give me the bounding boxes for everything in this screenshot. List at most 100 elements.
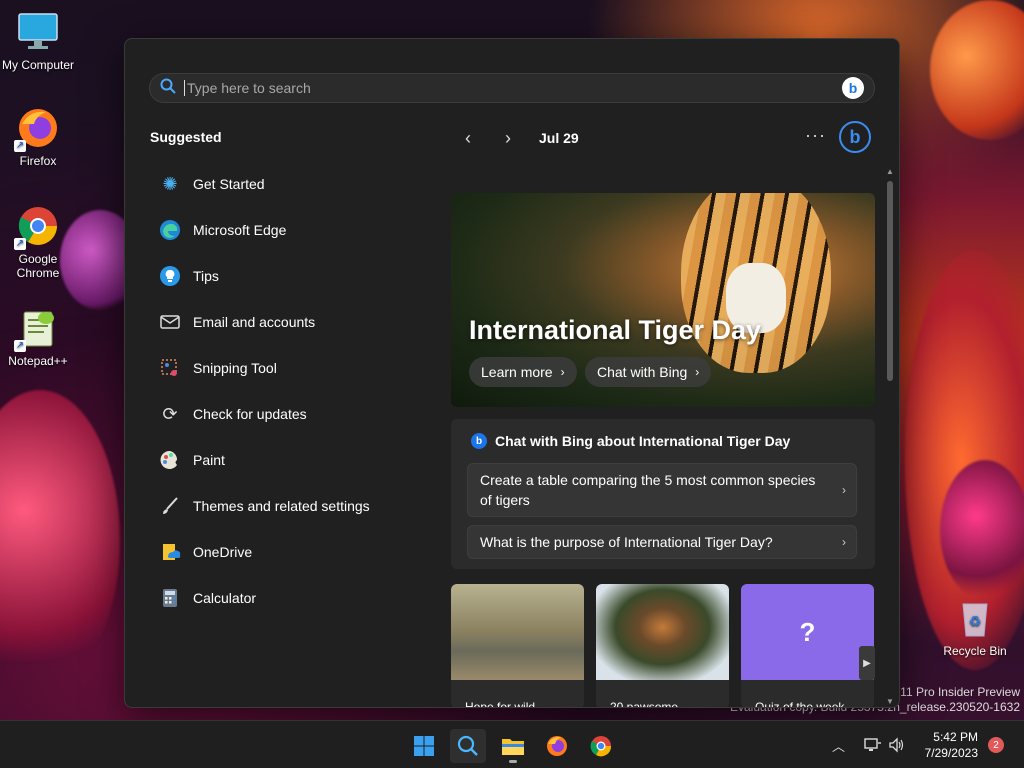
network-icon[interactable] <box>864 721 882 768</box>
running-indicator <box>509 760 517 763</box>
recycle-bin-icon: ♻ <box>953 596 997 640</box>
clock[interactable]: 5:42 PM 7/29/2023 <box>916 729 978 761</box>
suggested-item-label: Email and accounts <box>193 314 316 330</box>
suggested-item-label: Get Started <box>193 176 265 192</box>
content-tile[interactable]: ? Quiz of the week <box>741 584 874 708</box>
suggested-item-check-for-updates[interactable]: ⟳ Check for updates <box>157 391 417 437</box>
bing-icon: b <box>471 433 487 449</box>
bing-card-title-text: Chat with Bing about International Tiger… <box>495 433 791 449</box>
scroll-thumb[interactable] <box>887 181 893 381</box>
bing-prompt-button[interactable]: Create a table comparing the 5 most comm… <box>467 463 857 517</box>
quiz-magnifier-image: ? <box>741 584 874 680</box>
suggested-item-get-started[interactable]: ✺ Get Started <box>157 161 417 207</box>
mail-icon <box>157 309 183 335</box>
suggested-item-label: Tips <box>193 268 219 284</box>
suggested-item-onedrive[interactable]: OneDrive <box>157 529 417 575</box>
suggested-item-label: OneDrive <box>193 544 253 560</box>
desktop-icon-label: Google Chrome <box>16 252 60 280</box>
chrome-icon[interactable] <box>583 729 619 763</box>
desktop-icon-recycle-bin[interactable]: ♻ Recycle Bin <box>937 596 1013 658</box>
onedrive-icon <box>157 539 183 565</box>
monitor-icon <box>16 10 60 54</box>
svg-text:♻: ♻ <box>969 613 982 629</box>
suggested-item-microsoft-edge[interactable]: Microsoft Edge <box>157 207 417 253</box>
desktop-icon-firefox[interactable]: ↗ Firefox <box>0 106 76 168</box>
edge-icon <box>157 217 183 243</box>
suggested-list: ✺ Get Started Microsoft Edge Tips Email … <box>157 161 417 621</box>
chat-with-bing-button[interactable]: Chat with Bing › <box>585 357 712 387</box>
bing-prompt-text: Create a table comparing the 5 most comm… <box>480 472 816 508</box>
suggested-item-tips[interactable]: Tips <box>157 253 417 299</box>
suggested-item-label: Snipping Tool <box>193 360 277 376</box>
notepad-plus-plus-icon: ↗ <box>14 306 60 352</box>
tile-caption: 20 pawsome <box>610 700 679 708</box>
bing-chat-icon[interactable]: b <box>839 121 871 153</box>
show-hidden-icons-button[interactable]: ︿ <box>832 721 845 768</box>
desktop-icon-notepad-plus-plus[interactable]: ↗ Notepad++ <box>0 306 76 368</box>
search-bar[interactable]: b <box>149 73 875 103</box>
content-tile[interactable]: 20 pawsome <box>596 584 729 708</box>
hero-title: International Tiger Day <box>469 315 762 345</box>
suggested-item-label: Calculator <box>193 590 257 606</box>
chevron-right-icon: › <box>842 483 846 497</box>
desktop-icon-label: My Computer <box>1 58 75 72</box>
more-options-button[interactable]: ··· <box>805 125 826 146</box>
search-panel: b Suggested ✺ Get Started Microsoft Edge… <box>124 38 900 708</box>
chrome-icon: ↗ <box>14 204 60 250</box>
search-icon[interactable] <box>450 729 486 763</box>
desktop-icon-label: Recycle Bin <box>943 644 1007 658</box>
chevron-right-icon[interactable]: › <box>495 125 521 151</box>
search-input[interactable] <box>184 80 842 96</box>
date-label: Jul 29 <box>539 130 579 146</box>
scrollbar[interactable]: ▲ ▼ <box>885 167 895 707</box>
suggested-item-calculator[interactable]: Calculator <box>157 575 417 621</box>
tiger-in-water-image <box>451 584 584 680</box>
wallpaper-shape <box>940 460 1024 600</box>
content-tile[interactable]: Hope for wild <box>451 584 584 708</box>
suggested-heading: Suggested <box>150 129 222 145</box>
clock-date: 7/29/2023 <box>924 746 978 760</box>
learn-more-label: Learn more <box>481 364 553 380</box>
suggested-item-label: Paint <box>193 452 225 468</box>
bing-icon[interactable]: b <box>842 77 864 99</box>
wallpaper-shape <box>930 0 1024 140</box>
tiger-running-image <box>596 584 729 680</box>
next-tiles-button[interactable]: ▶ <box>859 646 875 680</box>
tips-icon <box>157 263 183 289</box>
bing-card-title: b Chat with Bing about International Tig… <box>471 433 790 449</box>
taskbar: ︿ 5:42 PM 7/29/2023 2 <box>0 720 1024 768</box>
firefox-icon[interactable] <box>539 729 575 763</box>
chat-with-bing-label: Chat with Bing <box>597 364 688 380</box>
brush-icon <box>157 493 183 519</box>
suggested-item-snipping-tool[interactable]: Snipping Tool <box>157 345 417 391</box>
desktop-icon-google-chrome[interactable]: ↗ Google Chrome <box>0 204 76 280</box>
tile-caption: Hope for wild <box>465 700 536 708</box>
get-started-icon: ✺ <box>162 173 178 194</box>
scroll-down-icon[interactable]: ▼ <box>885 697 895 707</box>
notification-badge[interactable]: 2 <box>988 737 1004 753</box>
date-navigation: ‹ › Jul 29 ··· b <box>455 121 875 153</box>
desktop-icon-label: Firefox <box>19 154 57 168</box>
paint-icon <box>157 447 183 473</box>
chevron-up-icon: ︿ <box>832 738 846 754</box>
calculator-icon <box>157 585 183 611</box>
learn-more-button[interactable]: Learn more › <box>469 357 577 387</box>
suggested-item-themes-and-related-settings[interactable]: Themes and related settings <box>157 483 417 529</box>
file-explorer-icon[interactable] <box>495 729 531 763</box>
desktop-icon-label: Notepad++ <box>8 354 68 368</box>
volume-icon[interactable] <box>888 721 906 768</box>
start-icon[interactable] <box>406 729 442 763</box>
hero-card[interactable]: International Tiger Day Learn more › Cha… <box>451 193 875 407</box>
bing-chat-card: b Chat with Bing about International Tig… <box>451 419 875 569</box>
tile-caption: Quiz of the week <box>755 700 845 708</box>
bing-prompt-button[interactable]: What is the purpose of International Tig… <box>467 525 857 559</box>
scroll-up-icon[interactable]: ▲ <box>885 167 895 177</box>
snipping-tool-icon <box>157 355 183 381</box>
bing-prompt-text: What is the purpose of International Tig… <box>480 534 773 550</box>
suggested-item-paint[interactable]: Paint <box>157 437 417 483</box>
suggested-item-label: Themes and related settings <box>193 498 370 514</box>
suggested-item-email-and-accounts[interactable]: Email and accounts <box>157 299 417 345</box>
chevron-right-icon: › <box>695 365 700 379</box>
desktop-icon-my-computer[interactable]: My Computer <box>0 10 76 72</box>
chevron-left-icon[interactable]: ‹ <box>455 125 481 151</box>
